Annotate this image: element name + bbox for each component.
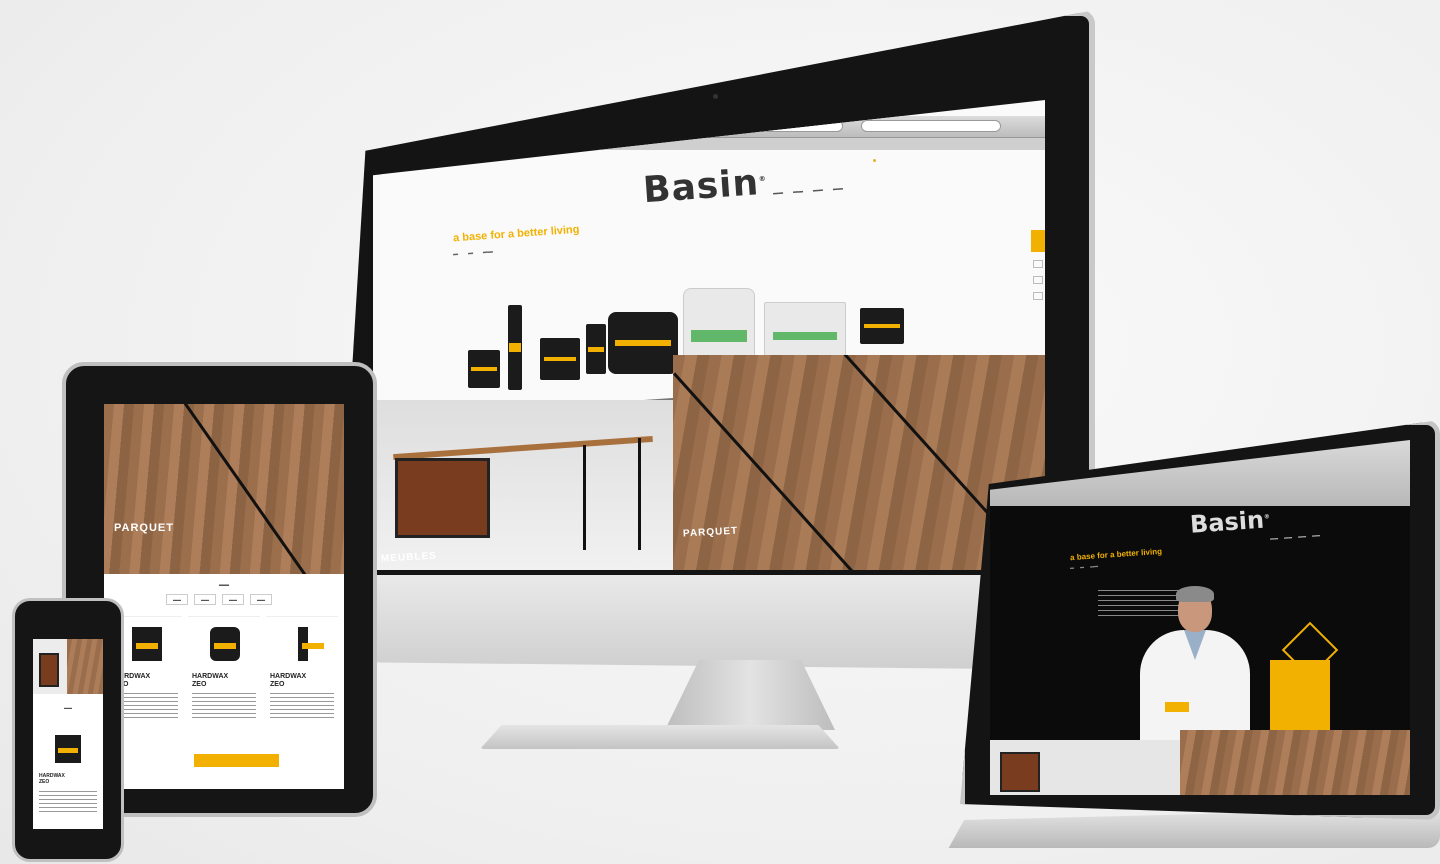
logo-text: Basin — [1189, 505, 1265, 539]
filter-tab[interactable]: ▬▬ — [222, 594, 244, 605]
desktop-screen: Basin® ■ ▬▬ ▬▬ ▬▬ ▬▬ a base for a better… — [373, 100, 1045, 570]
product-description — [270, 693, 334, 719]
side-feedback-tab[interactable] — [1031, 230, 1045, 252]
tablet-filter-tabs: ▬▬ ▬▬ ▬▬ ▬▬ — [166, 594, 272, 605]
side-social-icons — [1033, 260, 1043, 300]
laptop-screen: Basin® ▬▬ ▬▬ ▬▬ ▬▬ a base for a better l… — [990, 440, 1410, 795]
laptop-browser-chrome — [990, 440, 1410, 506]
laptop-breadcrumb: ▬ ▬ ▬▬ — [1070, 563, 1098, 570]
phone-hero[interactable] — [33, 639, 103, 694]
nav-item[interactable]: ▬▬ — [833, 186, 843, 193]
breadcrumb-item[interactable]: ▬▬ — [1090, 563, 1098, 569]
phone-product-image[interactable] — [55, 735, 81, 763]
desk-drawer — [395, 458, 490, 538]
nav-item[interactable]: ▬▬ — [1312, 532, 1320, 538]
nav-item[interactable]: ▬▬ — [773, 190, 783, 197]
breadcrumb-item[interactable]: ▬ — [453, 251, 458, 257]
product-description — [192, 693, 256, 719]
nav-item[interactable]: ▬▬ — [1270, 535, 1278, 541]
monitor-stand — [665, 660, 835, 730]
product-name: HARDWAX ZEO — [270, 673, 307, 688]
nav-item[interactable]: ▬▬ — [793, 188, 803, 195]
camera-dot — [713, 94, 718, 99]
desk-drawer — [1000, 752, 1040, 792]
tablet-section-title: ▬▬ — [219, 582, 229, 588]
tablet-more-button[interactable] — [194, 754, 279, 767]
phone-product-name: HARDWAX ZEO — [39, 773, 65, 785]
phone-device: ▬▬ HARDWAX ZEO — [12, 598, 124, 862]
breadcrumb-item[interactable]: ▬ — [1080, 564, 1084, 569]
filter-tab[interactable]: ▬▬ — [250, 594, 272, 605]
tablet-hero-parquet[interactable]: PARQUET — [104, 404, 344, 574]
monitor-foot — [480, 725, 840, 749]
parquet-strip — [67, 639, 103, 694]
product-image — [210, 627, 240, 661]
product-can-small[interactable] — [468, 350, 500, 388]
phone-section-title: ▬▬ — [64, 705, 72, 710]
breadcrumb-item[interactable]: ▬ — [1070, 565, 1074, 570]
logo-mark: ® — [758, 174, 768, 184]
site-tagline: a base for a better living — [452, 223, 580, 245]
tablet-hero-label: PARQUET — [114, 522, 174, 534]
product-image — [132, 627, 162, 661]
product-jerrycan-black[interactable] — [608, 312, 678, 374]
logo-text: Basin — [641, 162, 761, 212]
site-logo[interactable]: Basin® — [641, 162, 769, 212]
device-mockup-scene: Basin® ■ ▬▬ ▬▬ ▬▬ ▬▬ a base for a better… — [0, 0, 1440, 864]
desk-leg — [638, 438, 641, 550]
product-name: HARDWAX ZEO — [192, 673, 229, 688]
nav-item[interactable]: ▬▬ — [1298, 533, 1306, 539]
product-can-medium[interactable] — [540, 338, 580, 380]
tablet-product-card[interactable]: HARDWAX ZEO — [188, 616, 260, 726]
laptop-hero-button[interactable] — [1165, 702, 1189, 712]
desk-leg — [583, 445, 586, 550]
nav-item[interactable]: ▬▬ — [1284, 534, 1292, 540]
browser-search-field[interactable] — [861, 120, 1001, 132]
phone-screen: ▬▬ HARDWAX ZEO — [33, 639, 103, 829]
social-icon[interactable] — [1033, 292, 1043, 300]
filter-tab[interactable]: ▬▬ — [194, 594, 216, 605]
nav-item[interactable]: ▬▬ — [813, 187, 823, 194]
laptop-device: Basin® ▬▬ ▬▬ ▬▬ ▬▬ a base for a better l… — [948, 420, 1440, 860]
cart-icon[interactable]: ■ — [873, 158, 876, 164]
social-icon[interactable] — [1033, 276, 1043, 284]
laptop-site-nav: ▬▬ ▬▬ ▬▬ ▬▬ — [1270, 532, 1320, 540]
product-jerrycan-white[interactable] — [683, 288, 755, 364]
product-can-tall[interactable] — [586, 324, 606, 374]
tablet-product-card[interactable]: HARDWAX ZEO — [266, 616, 338, 726]
hair — [1176, 586, 1214, 602]
product-bucket[interactable] — [764, 302, 846, 356]
product-can-right[interactable] — [860, 308, 904, 344]
site-main-nav: ▬▬ ▬▬ ▬▬ ▬▬ — [773, 186, 843, 197]
filter-tab[interactable]: ▬▬ — [166, 594, 188, 605]
laptop-furniture-panel[interactable] — [990, 740, 1180, 795]
phone-product-description — [39, 791, 97, 813]
logo-mark: ® — [1263, 513, 1271, 521]
desk-drawer — [39, 653, 59, 687]
laptop-site-logo[interactable]: Basin® — [1189, 505, 1271, 539]
product-image — [298, 627, 324, 661]
laptop-site-tagline: a base for a better living — [1069, 546, 1163, 563]
scientist-portrait — [1140, 586, 1250, 740]
laptop-parquet-panel[interactable] — [1180, 730, 1410, 795]
product-cartridge[interactable] — [508, 305, 522, 390]
laptop-promo-panel[interactable] — [1270, 660, 1330, 740]
tablet-screen: PARQUET ▬▬ ▬▬ ▬▬ ▬▬ ▬▬ HARDWAX ZEO HARDW… — [104, 404, 344, 789]
social-icon[interactable] — [1033, 260, 1043, 268]
